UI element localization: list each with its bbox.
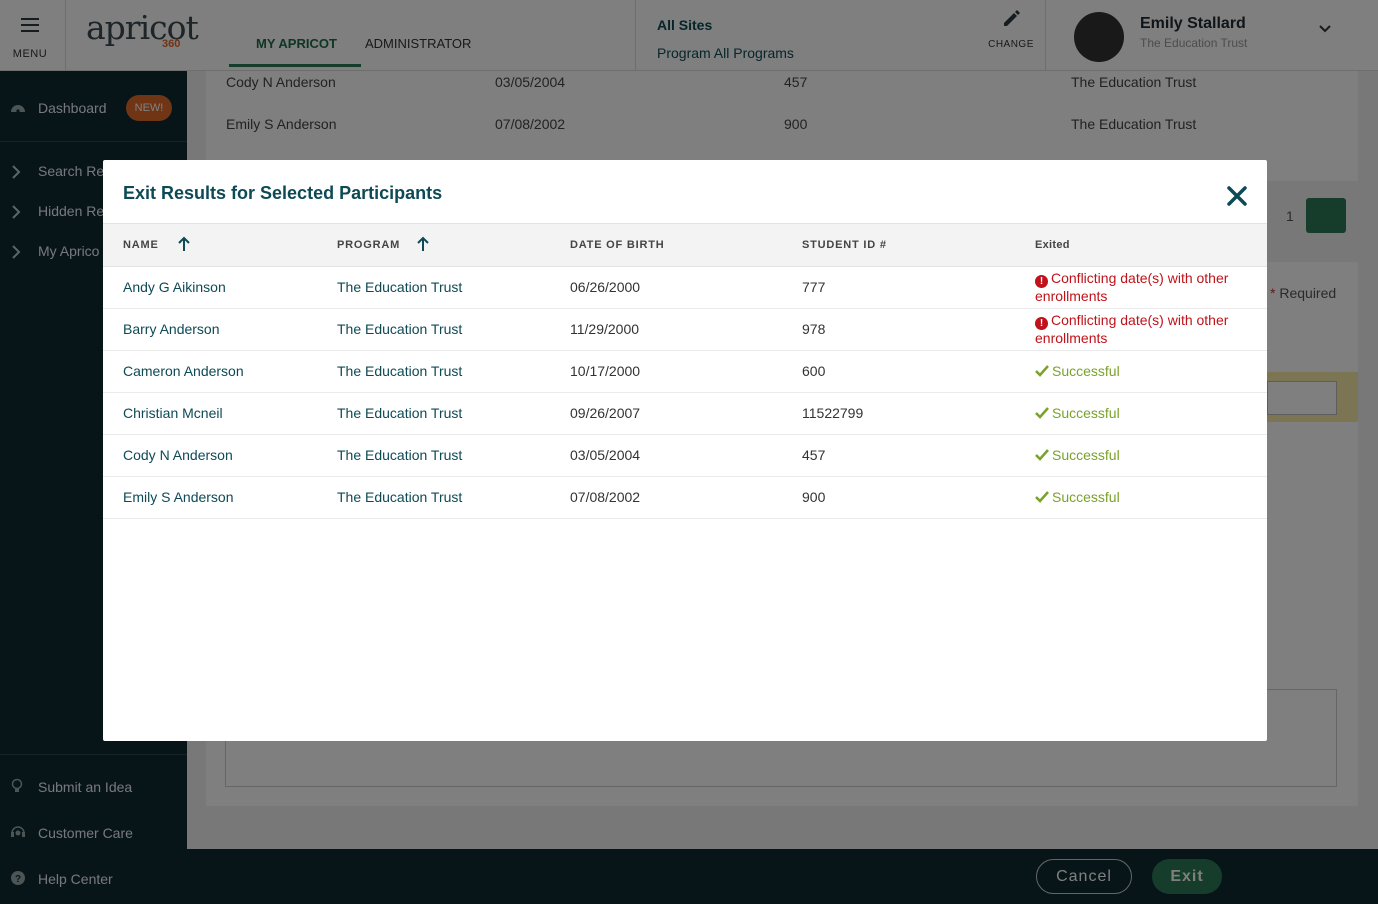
arrow-up-icon[interactable] xyxy=(176,235,192,253)
participant-dob: 09/26/2007 xyxy=(570,405,641,421)
column-header-dob[interactable]: DATE OF BIRTH xyxy=(570,239,665,251)
column-header-student-id[interactable]: STUDENT ID # xyxy=(802,239,887,251)
participant-dob: 03/05/2004 xyxy=(570,447,641,463)
participant-dob: 07/08/2002 xyxy=(570,489,641,505)
table-row: Christian Mcneil The Education Trust 09/26… xyxy=(103,393,1267,435)
close-icon[interactable] xyxy=(1225,184,1249,208)
participant-student-id: 11522799 xyxy=(802,405,864,421)
check-icon xyxy=(1035,449,1049,461)
table-row: Emily S Anderson The Education Trust 07/08… xyxy=(103,477,1267,519)
column-header-name[interactable]: NAME xyxy=(123,239,159,251)
exit-status-text: Successful xyxy=(1052,489,1120,505)
participant-dob: 10/17/2000 xyxy=(570,363,641,379)
participant-program[interactable]: The Education Trust xyxy=(337,363,462,379)
participant-program[interactable]: The Education Trust xyxy=(337,447,462,463)
exclamation-circle-icon: ! xyxy=(1035,317,1048,330)
exit-status-text: Successful xyxy=(1052,405,1120,421)
arrow-up-icon[interactable] xyxy=(415,235,431,253)
participant-name[interactable]: Cameron Anderson xyxy=(123,363,244,379)
table-header: NAME PROGRAM DATE OF BIRTH STUDENT ID # … xyxy=(103,223,1267,267)
participant-name[interactable]: Cody N Anderson xyxy=(123,447,233,463)
participant-name[interactable]: Emily S Anderson xyxy=(123,489,234,505)
exit-status-success: Successful xyxy=(1035,447,1120,463)
column-header-program[interactable]: PROGRAM xyxy=(337,239,400,251)
participant-student-id: 978 xyxy=(802,321,826,337)
participant-dob: 11/29/2000 xyxy=(570,321,640,337)
exit-results-modal: Exit Results for Selected Participants N… xyxy=(103,160,1267,741)
exit-status-success: Successful xyxy=(1035,489,1120,505)
table-row: Cameron Anderson The Education Trust 10/17… xyxy=(103,351,1267,393)
check-icon xyxy=(1035,491,1049,503)
exit-status-text: Successful xyxy=(1052,447,1120,463)
participant-program[interactable]: The Education Trust xyxy=(337,279,462,295)
participant-name[interactable]: Andy G Aikinson xyxy=(123,279,226,295)
check-icon xyxy=(1035,407,1049,419)
exit-status-success: Successful xyxy=(1035,363,1120,379)
participant-student-id: 900 xyxy=(802,489,826,505)
participant-student-id: 777 xyxy=(802,279,826,295)
exclamation-circle-icon: ! xyxy=(1035,275,1048,288)
participant-name[interactable]: Barry Anderson xyxy=(123,321,220,337)
participant-program[interactable]: The Education Trust xyxy=(337,489,462,505)
participant-name[interactable]: Christian Mcneil xyxy=(123,405,223,421)
column-header-exited: Exited xyxy=(1035,239,1070,251)
participant-student-id: 600 xyxy=(802,363,826,379)
participant-program[interactable]: The Education Trust xyxy=(337,405,462,421)
exit-status-success: Successful xyxy=(1035,405,1120,421)
participant-student-id: 457 xyxy=(802,447,826,463)
exit-status-text: Conflicting date(s) with other enrollmen… xyxy=(1035,312,1229,346)
exit-status-text: Successful xyxy=(1052,363,1120,379)
table-row: Barry Anderson The Education Trust 11/29/2… xyxy=(103,309,1267,351)
exit-status-error: ! Conflicting date(s) with other enrollme… xyxy=(1035,312,1265,347)
check-icon xyxy=(1035,365,1049,377)
participant-dob: 06/26/2000 xyxy=(570,279,641,295)
exit-status-error: ! Conflicting date(s) with other enrollme… xyxy=(1035,270,1265,305)
exit-status-text: Conflicting date(s) with other enrollmen… xyxy=(1035,270,1229,304)
participant-program[interactable]: The Education Trust xyxy=(337,321,462,337)
table-row: Cody N Anderson The Education Trust 03/05/… xyxy=(103,435,1267,477)
table-row: Andy G Aikinson The Education Trust 06/26/… xyxy=(103,267,1267,309)
modal-title: Exit Results for Selected Participants xyxy=(123,183,443,203)
